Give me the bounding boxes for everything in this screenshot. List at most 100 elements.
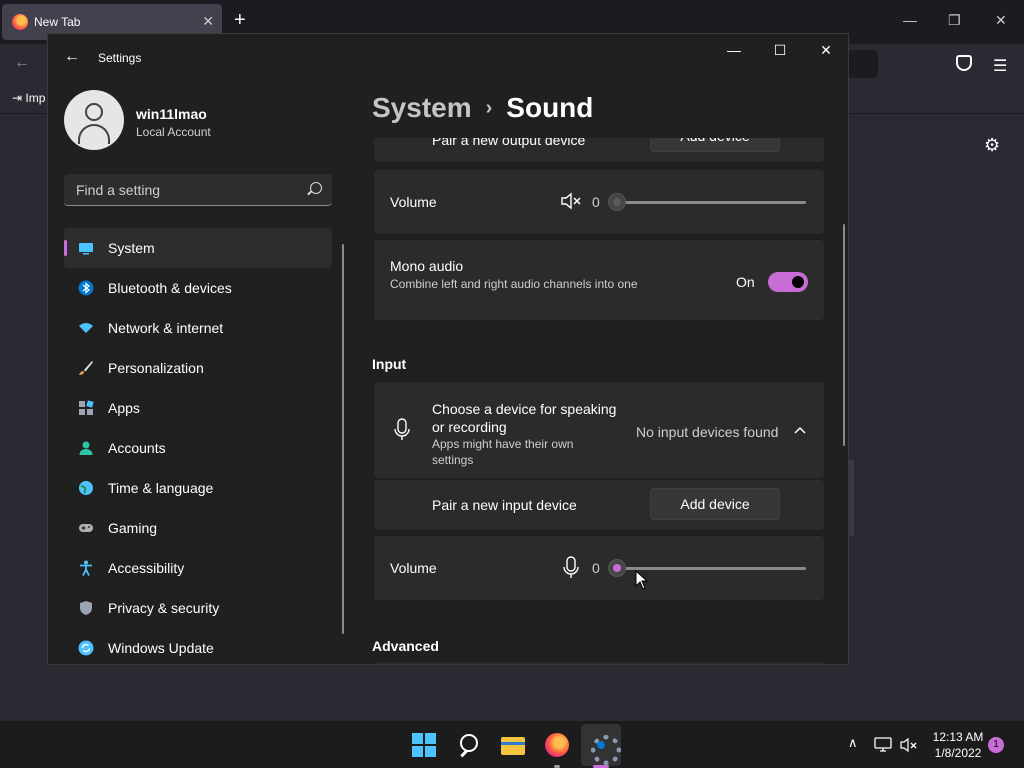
firefox-icon[interactable] xyxy=(545,733,569,757)
shield-icon xyxy=(80,601,92,615)
page-title: Sound xyxy=(506,92,594,123)
output-volume-label: Volume xyxy=(390,194,437,210)
show-hidden-icons-chevron[interactable]: ∧ xyxy=(848,735,858,751)
newtab-settings-icon[interactable]: ⚙ xyxy=(984,135,1000,156)
advanced-card[interactable] xyxy=(374,662,824,664)
sidebar-item-time-language[interactable]: Time & language xyxy=(64,468,332,508)
notification-badge[interactable]: 1 xyxy=(988,737,1004,753)
window-title: Settings xyxy=(98,51,142,65)
output-volume-thumb-dot xyxy=(613,198,621,206)
browser-url-bar[interactable] xyxy=(848,50,878,78)
browser-restore-button[interactable]: ❐ xyxy=(948,12,961,29)
new-tab-button[interactable]: + xyxy=(234,10,246,30)
settings-gear-icon[interactable] xyxy=(589,733,621,765)
pair-input-card: Pair a new input device Add device xyxy=(374,480,824,530)
browser-menu-button[interactable]: ☰ xyxy=(993,56,1007,76)
minimize-button[interactable]: — xyxy=(724,42,744,58)
input-device-value: No input devices found xyxy=(636,424,779,440)
breadcrumb: System › Sound xyxy=(372,92,593,124)
search-icon[interactable] xyxy=(310,182,322,194)
avatar-head-shape xyxy=(85,103,103,121)
sidebar-item-privacy[interactable]: Privacy & security xyxy=(64,588,332,628)
microphone-icon xyxy=(394,418,410,440)
accounts-icon xyxy=(79,441,93,455)
clock[interactable]: 12:13 AM 1/8/2022 xyxy=(930,729,986,761)
sidebar-scrollbar[interactable] xyxy=(342,244,344,634)
add-output-device-button[interactable]: Add device xyxy=(650,138,780,152)
output-volume-value: 0 xyxy=(592,194,600,210)
maximize-button[interactable]: ☐ xyxy=(770,42,790,59)
sidebar-item-apps[interactable]: Apps xyxy=(64,388,332,428)
pocket-icon[interactable] xyxy=(956,55,972,71)
mono-audio-description: Combine left and right audio channels in… xyxy=(390,277,638,291)
search-box[interactable] xyxy=(64,174,332,206)
input-volume-card: Volume 0 xyxy=(374,536,824,600)
sidebar-item-label: Bluetooth & devices xyxy=(108,280,232,296)
apps-icon xyxy=(79,400,94,415)
breadcrumb-parent[interactable]: System xyxy=(372,92,472,124)
back-button[interactable]: ← xyxy=(64,48,80,66)
start-icon[interactable] xyxy=(412,733,436,757)
sidebar-item-label: Privacy & security xyxy=(108,600,220,616)
globe-icon xyxy=(79,481,93,495)
mono-audio-toggle[interactable] xyxy=(768,272,808,292)
sidebar-item-label: Apps xyxy=(108,400,140,416)
speaker-muted-icon[interactable] xyxy=(560,192,582,210)
advanced-section-title: Advanced xyxy=(372,638,439,654)
wifi-icon xyxy=(79,323,93,333)
sidebar-item-network[interactable]: Network & internet xyxy=(64,308,332,348)
chevron-up-icon[interactable] xyxy=(794,426,806,434)
sidebar-item-label: Gaming xyxy=(108,520,158,536)
firefox-icon xyxy=(12,14,28,30)
browser-close-button[interactable]: ✕ xyxy=(995,12,1007,29)
sidebar-item-label: System xyxy=(108,240,155,256)
brush-icon xyxy=(79,361,93,375)
close-button[interactable]: ✕ xyxy=(816,42,836,59)
content-scrollbar[interactable] xyxy=(843,224,845,446)
pair-output-label: Pair a new output device xyxy=(432,138,586,148)
sidebar-item-gaming[interactable]: Gaming xyxy=(64,508,332,548)
sidebar-item-bluetooth[interactable]: Bluetooth & devices xyxy=(64,268,332,308)
choose-input-label: Choose a device for speaking or recordin… xyxy=(432,401,617,435)
mono-audio-card: Mono audio Combine left and right audio … xyxy=(374,240,824,320)
sidebar-item-personalization[interactable]: Personalization xyxy=(64,348,332,388)
sidebar-item-windows-update[interactable]: Windows Update xyxy=(64,628,332,664)
pair-input-label: Pair a new input device xyxy=(432,497,577,513)
output-volume-thumb[interactable] xyxy=(608,193,626,211)
sound-settings-content: Pair a new output device Add device Volu… xyxy=(372,138,824,664)
settings-window: ← Settings — ☐ ✕ win11lmao Local Account… xyxy=(47,33,849,665)
browser-back-button[interactable]: ← xyxy=(14,54,30,72)
import-bookmarks-button[interactable]: ⇥ Imp xyxy=(12,91,45,105)
network-icon[interactable] xyxy=(874,737,892,753)
input-volume-thumb[interactable] xyxy=(608,559,626,577)
sidebar-item-accounts[interactable]: Accounts xyxy=(64,428,332,468)
pair-output-card: Pair a new output device Add device xyxy=(374,138,824,162)
avatar-body-shape xyxy=(78,124,110,144)
sidebar-item-accessibility[interactable]: Accessibility xyxy=(64,548,332,588)
sidebar-item-label: Windows Update xyxy=(108,640,214,656)
file-explorer-icon[interactable] xyxy=(501,733,525,757)
output-volume-card: Volume 0 xyxy=(374,170,824,234)
search-input[interactable] xyxy=(64,174,294,205)
add-input-device-button[interactable]: Add device xyxy=(650,488,780,520)
toggle-knob xyxy=(792,276,804,288)
profile-name: win11lmao xyxy=(136,106,207,122)
avatar[interactable] xyxy=(64,90,124,150)
sidebar-item-system[interactable]: System xyxy=(64,228,332,268)
bluetooth-icon xyxy=(78,280,94,296)
input-device-card[interactable]: Choose a device for speaking or recordin… xyxy=(374,382,824,478)
clock-date: 1/8/2022 xyxy=(934,746,982,760)
breadcrumb-separator: › xyxy=(485,96,493,119)
browser-tab-title: New Tab xyxy=(34,15,81,29)
volume-muted-icon[interactable] xyxy=(900,737,918,753)
sidebar-item-label: Accessibility xyxy=(108,560,185,576)
output-volume-slider[interactable] xyxy=(616,201,806,204)
close-tab-icon[interactable]: ✕ xyxy=(202,13,214,30)
browser-minimize-button[interactable]: — xyxy=(903,12,917,28)
accessibility-icon xyxy=(80,560,92,576)
choose-input-description: Apps might have their own settings xyxy=(432,437,574,467)
sidebar-item-label: Accounts xyxy=(108,440,166,456)
microphone-icon[interactable] xyxy=(563,556,579,580)
sidebar-item-label: Network & internet xyxy=(108,320,224,336)
search-icon[interactable] xyxy=(458,733,482,757)
